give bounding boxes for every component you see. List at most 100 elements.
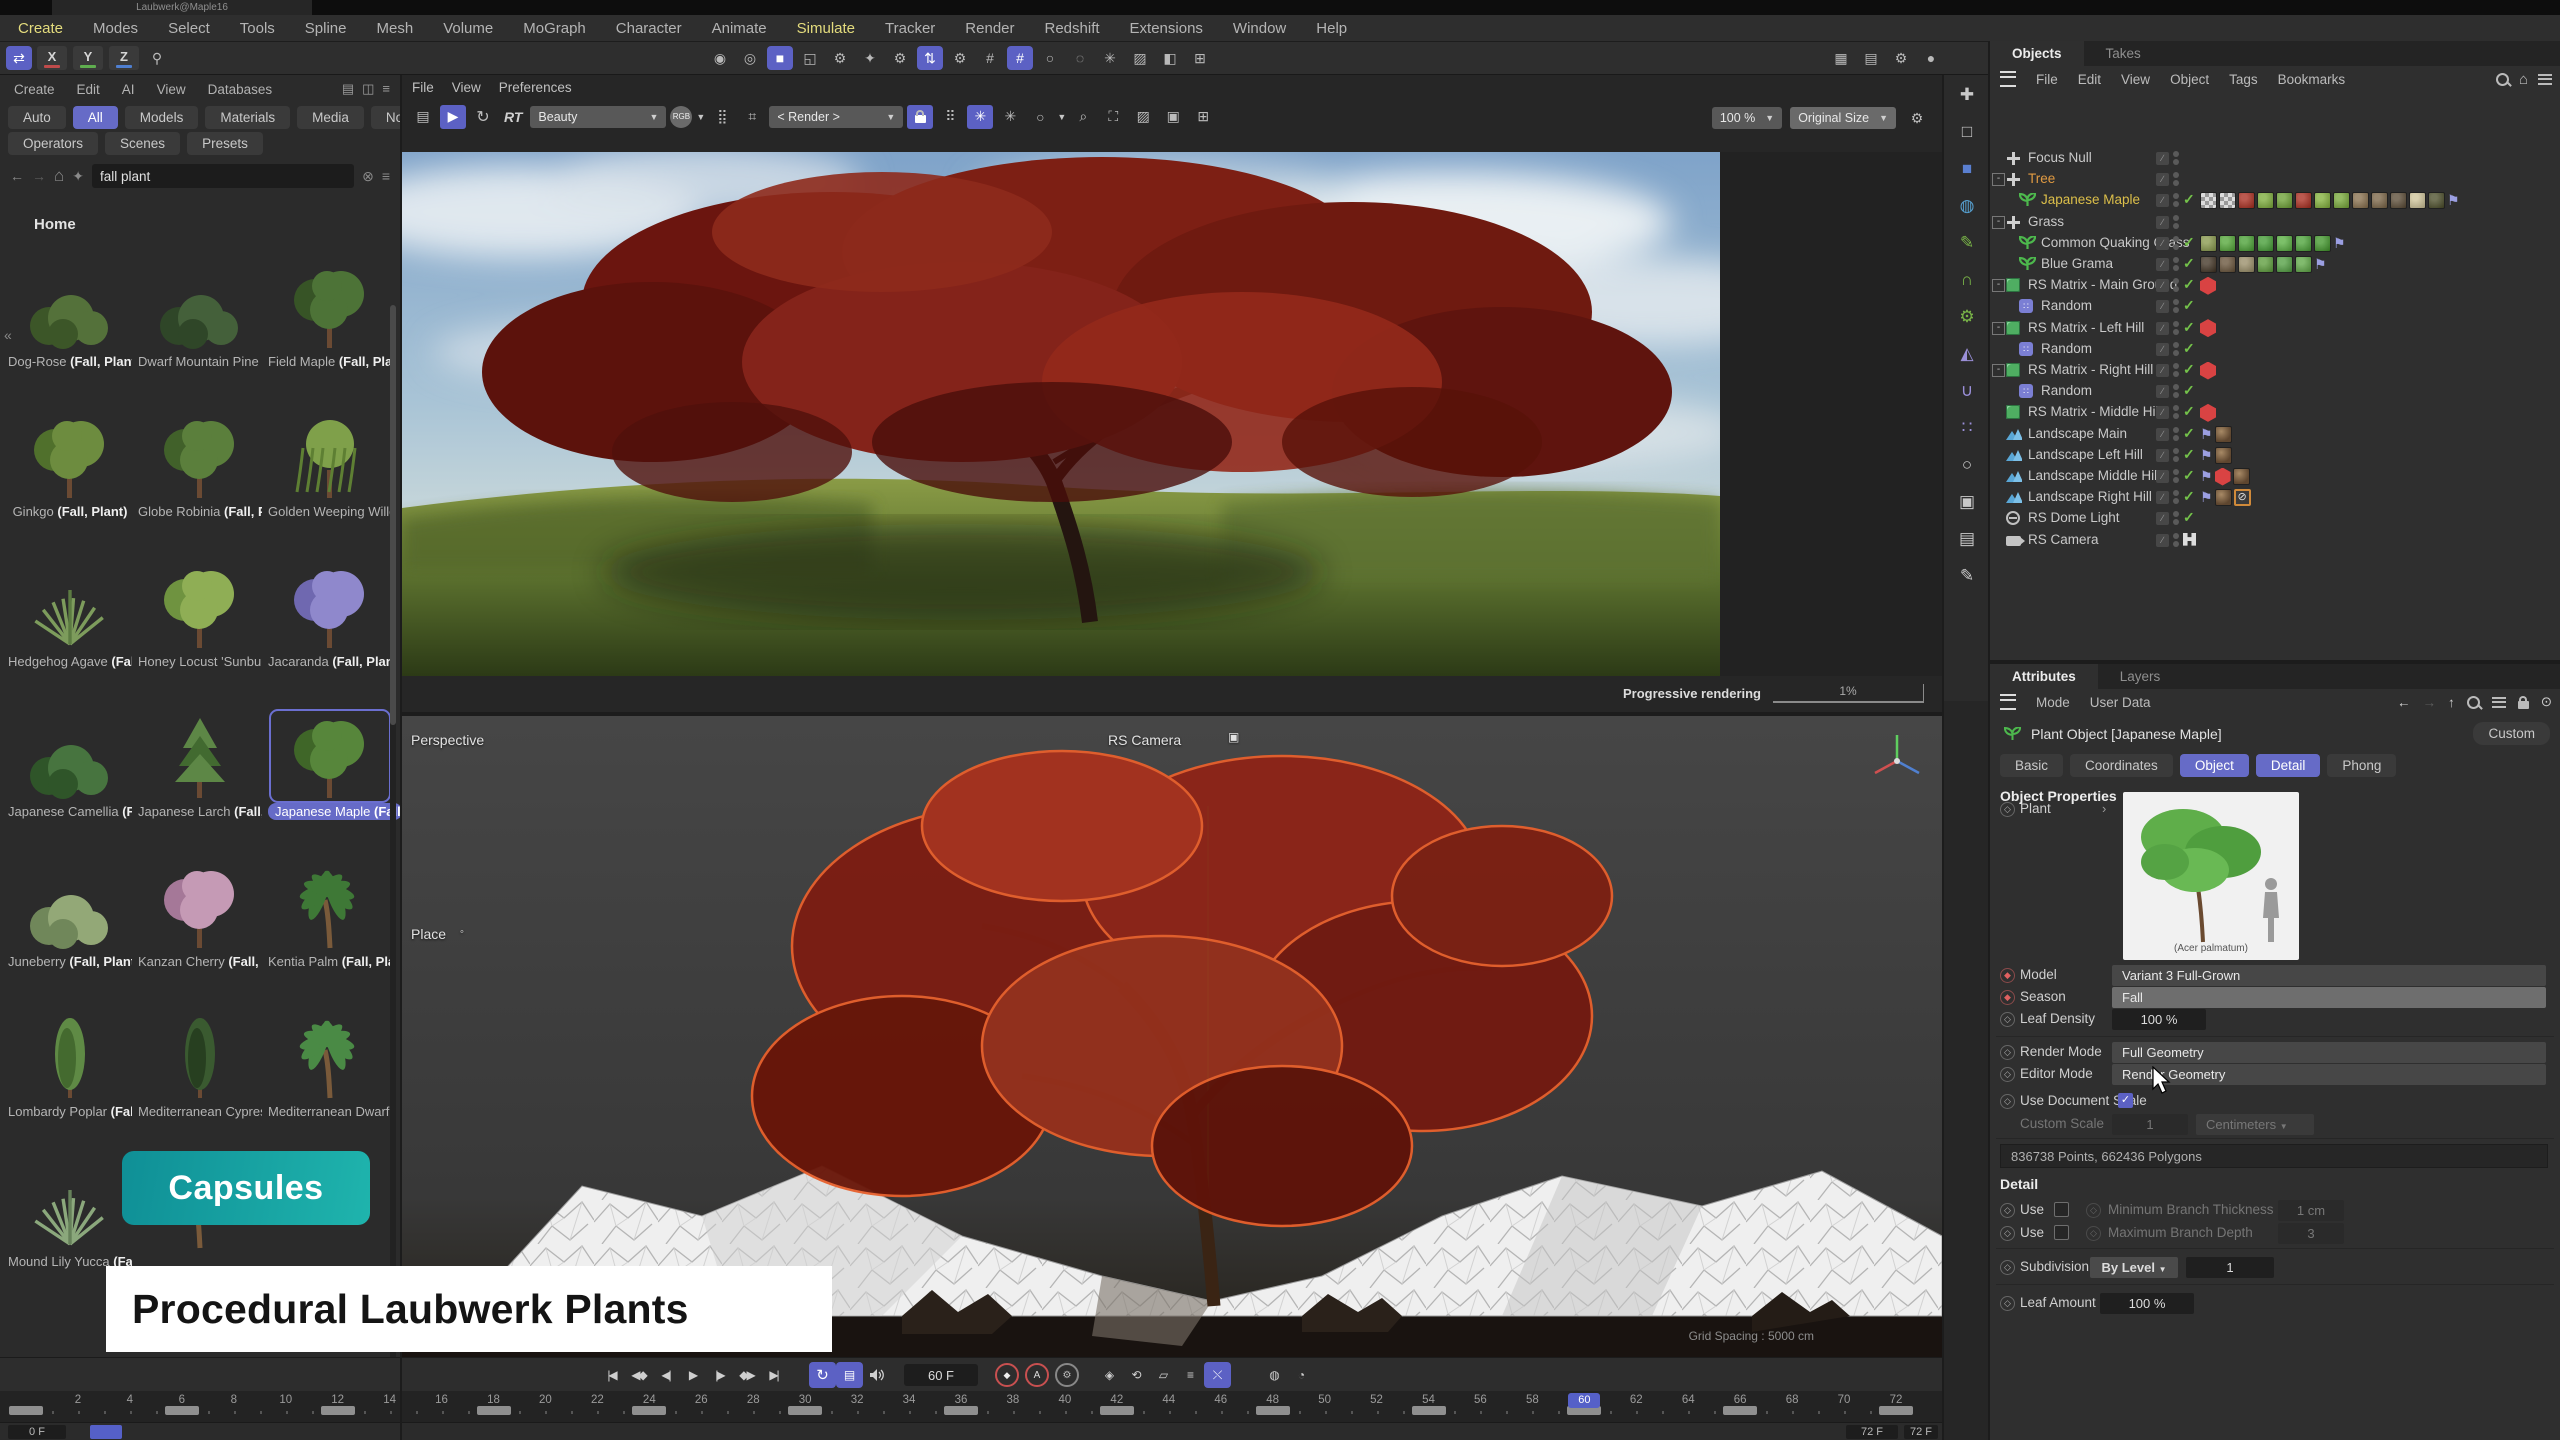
render-to-picture-viewer-icon[interactable]: ▤ bbox=[1858, 46, 1884, 70]
asset-item-japanese-maple[interactable]: Japanese Maple (Fall, ... bbox=[268, 712, 392, 823]
om-menu-edit[interactable]: Edit bbox=[2078, 72, 2101, 87]
enabled-check-icon[interactable]: ✓ bbox=[2183, 425, 2195, 442]
menu-animate[interactable]: Animate bbox=[712, 20, 767, 37]
filter-icon[interactable] bbox=[2538, 74, 2552, 85]
enabled-check-icon[interactable]: ✓ bbox=[2183, 509, 2195, 526]
object-row-landscape-main[interactable]: Landscape Main∕✓⚑ bbox=[1990, 424, 2560, 445]
favorite-icon[interactable]: ✦ bbox=[72, 168, 84, 185]
expand-toggle-icon[interactable]: - bbox=[1992, 173, 2005, 186]
edit-toggle-icon[interactable]: ∕ bbox=[2156, 343, 2169, 356]
pv-menu-file[interactable]: File bbox=[412, 80, 434, 95]
asset-item-dog-rose[interactable]: Dog-Rose (Fall, Plant) bbox=[8, 262, 132, 370]
enabled-check-icon[interactable]: ✓ bbox=[2183, 297, 2195, 314]
material-tag-icon[interactable] bbox=[2276, 235, 2293, 252]
asset-item-mediterranean-dwarf-[interactable]: Mediterranean Dwarf ... bbox=[268, 1012, 392, 1120]
keyframe-marker[interactable] bbox=[944, 1406, 978, 1415]
edit-toggle-icon[interactable]: ∕ bbox=[2156, 385, 2169, 398]
object-row-rs-matrix-right-hill[interactable]: -RS Matrix - Right Hill∕✓ bbox=[1990, 360, 2560, 381]
spline-pen-icon[interactable]: ✎ bbox=[1952, 229, 1982, 257]
visibility-dots-icon[interactable] bbox=[2173, 299, 2179, 315]
perspective-viewport[interactable]: Perspective RS Camera ▣ Place ◦ Grid Spa… bbox=[402, 716, 1942, 1357]
connector-icon[interactable]: ⚙ bbox=[887, 46, 913, 70]
redshift-material-icon[interactable] bbox=[2200, 404, 2216, 422]
alpha-icon[interactable]: ⣿ bbox=[709, 105, 735, 129]
render-tool-icon[interactable]: ▤ bbox=[1952, 525, 1982, 553]
asset-thumbnail[interactable] bbox=[272, 1012, 388, 1100]
generator-icon[interactable]: ⚙ bbox=[1952, 303, 1982, 331]
record-keyframe-icon[interactable]: ◆ bbox=[995, 1363, 1019, 1387]
add-sphere-icon[interactable]: ◍ bbox=[1952, 192, 1982, 220]
material-tag-icon[interactable] bbox=[2215, 447, 2232, 464]
camera-target-icon[interactable] bbox=[2183, 533, 2196, 546]
object-row-rs-camera[interactable]: RS Camera∕ bbox=[1990, 530, 2560, 551]
enabled-check-icon[interactable]: ✓ bbox=[2183, 382, 2195, 399]
settings-gear-icon[interactable]: ⚙ bbox=[947, 46, 973, 70]
keyframe-marker[interactable] bbox=[321, 1406, 355, 1415]
object-row-blue-grama[interactable]: Blue Grama∕✓⚑ bbox=[1990, 254, 2560, 275]
key-pla-icon[interactable]: ⤬ bbox=[1204, 1362, 1231, 1388]
sound-icon[interactable] bbox=[863, 1362, 890, 1388]
zoom-level-dropdown[interactable]: 100 %▼ bbox=[1712, 107, 1782, 129]
dim-circle2-icon[interactable]: ◌ bbox=[1067, 46, 1093, 70]
menu-simulate[interactable]: Simulate bbox=[797, 20, 855, 37]
custom-scale-field[interactable]: 1 bbox=[2112, 1114, 2188, 1135]
edit-toggle-icon[interactable]: ∕ bbox=[2156, 322, 2169, 335]
object-row-rs-matrix-left-hill[interactable]: -RS Matrix - Left Hill∕✓ bbox=[1990, 318, 2560, 339]
solo-single-icon[interactable]: ◔ bbox=[1288, 1362, 1315, 1388]
key-parameter-icon[interactable]: ≡ bbox=[1177, 1362, 1204, 1388]
material-tag-icon[interactable] bbox=[2276, 192, 2293, 209]
menu-tracker[interactable]: Tracker bbox=[885, 20, 935, 37]
keyframe-marker[interactable] bbox=[1100, 1406, 1134, 1415]
key-position-icon[interactable]: ◈ bbox=[1096, 1362, 1123, 1388]
target-icon[interactable]: ⊙ bbox=[2541, 694, 2552, 710]
render-view-icon[interactable]: ◉ bbox=[707, 46, 733, 70]
material-tag-icon[interactable] bbox=[2257, 256, 2274, 273]
object-row-rs-dome-light[interactable]: RS Dome Light∕✓ bbox=[1990, 508, 2560, 529]
play-render-icon[interactable]: ▶ bbox=[440, 105, 466, 129]
material-tag-icon[interactable] bbox=[2295, 256, 2312, 273]
panel-hamburger-icon[interactable] bbox=[2000, 71, 2016, 87]
material-tag-icon[interactable] bbox=[2295, 235, 2312, 252]
asset-thumbnail[interactable] bbox=[142, 412, 258, 500]
asset-tab-operators[interactable]: Operators bbox=[8, 132, 98, 155]
custom-scale-unit-dropdown[interactable]: Centimeters ▼ bbox=[2196, 1114, 2314, 1135]
object-row-common-quaking-grass[interactable]: Common Quaking Grass∕✓⚑ bbox=[1990, 233, 2560, 254]
editor-mode-dropdown[interactable]: Render Geometry bbox=[2112, 1064, 2546, 1085]
asset-item-honey-locust-sunbur-[interactable]: Honey Locust 'Sunbur... bbox=[138, 562, 262, 670]
edit-toggle-icon[interactable]: ∕ bbox=[2156, 364, 2169, 377]
object-row-focus-null[interactable]: Focus Null∕ bbox=[1990, 148, 2560, 169]
axis-x-button[interactable]: X bbox=[37, 46, 67, 70]
phong-tag-icon[interactable]: ⚑ bbox=[2333, 235, 2346, 252]
visibility-dots-icon[interactable] bbox=[2173, 236, 2179, 252]
edit-toggle-icon[interactable]: ∕ bbox=[2156, 279, 2169, 292]
menu-create[interactable]: Create bbox=[18, 20, 63, 37]
edit-toggle-icon[interactable]: ∕ bbox=[2156, 237, 2169, 250]
object-row-landscape-right-hill[interactable]: Landscape Right Hill∕✓⚑⊘ bbox=[1990, 487, 2560, 508]
tab-objects[interactable]: Objects bbox=[1990, 41, 2084, 66]
frame-selection-icon[interactable]: □ bbox=[1952, 118, 1982, 146]
om-menu-file[interactable]: File bbox=[2036, 72, 2058, 87]
asset-item-kentia-palm[interactable]: Kentia Palm (Fall, Plant) bbox=[268, 862, 392, 970]
phong-tag-icon[interactable]: ⚑ bbox=[2200, 447, 2213, 464]
enabled-check-icon[interactable]: ✓ bbox=[2183, 255, 2195, 272]
keyframe-marker[interactable] bbox=[788, 1406, 822, 1415]
redshift-material-icon[interactable] bbox=[2200, 362, 2216, 380]
current-frame-field[interactable]: 60 F bbox=[904, 1364, 978, 1386]
keyframe-marker[interactable] bbox=[477, 1406, 511, 1415]
camera-icon[interactable]: ▣ bbox=[1228, 730, 1239, 744]
workplane-icon[interactable]: ◧ bbox=[1157, 46, 1183, 70]
expand-toggle-icon[interactable]: - bbox=[1992, 322, 2005, 335]
asset-item-japanese-larch[interactable]: Japanese Larch (Fall, Pl... bbox=[138, 712, 262, 820]
visibility-dots-icon[interactable] bbox=[2173, 405, 2179, 421]
edit-toggle-icon[interactable]: ∕ bbox=[2156, 173, 2169, 186]
menu-volume[interactable]: Volume bbox=[443, 20, 493, 37]
snapshot-g-icon[interactable]: ✳ bbox=[997, 105, 1023, 129]
edit-render-settings-icon[interactable]: ⚙ bbox=[1888, 46, 1914, 70]
menu-window[interactable]: Window bbox=[1233, 20, 1286, 37]
menu-help[interactable]: Help bbox=[1316, 20, 1347, 37]
asset-thumbnail[interactable] bbox=[12, 412, 128, 500]
prev-frame-icon[interactable]: ◀| bbox=[652, 1362, 679, 1388]
subdivision-mode-dropdown[interactable]: By Level ▼ bbox=[2090, 1257, 2178, 1278]
render-view-icon[interactable]: ▦ bbox=[1828, 46, 1854, 70]
enabled-check-icon[interactable]: ✓ bbox=[2183, 276, 2195, 293]
